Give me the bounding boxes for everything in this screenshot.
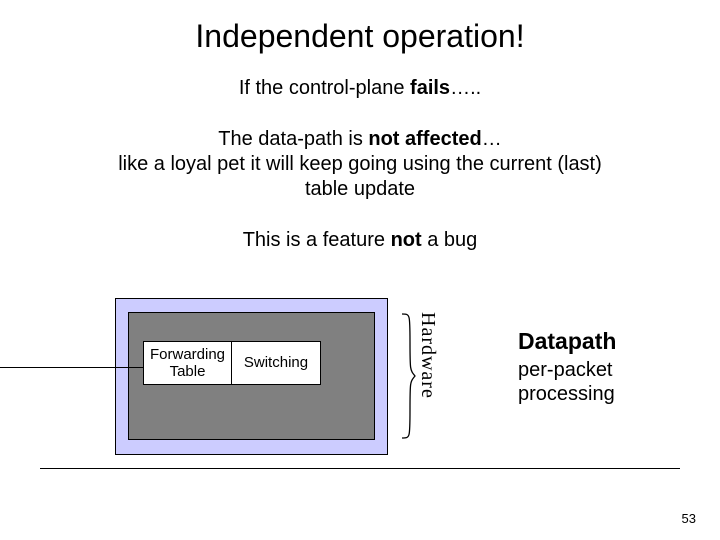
slide-title: Independent operation! [0,0,720,55]
line5-bold: not [391,229,422,251]
datapath-title: Datapath [518,328,708,355]
line1-pre: If the control-plane [239,77,410,99]
switching-cell: Switching [232,342,320,384]
line1-bold: fails [410,77,450,99]
cells-container: Forwarding Table Switching [143,341,321,385]
line5-pre: This is a feature [243,229,391,251]
body-line-3: like a loyal pet it will keep going usin… [0,153,720,176]
page-number: 53 [682,511,696,526]
horizontal-rule [40,468,680,469]
line2-post: … [482,128,502,150]
line5-post: a bug [422,229,478,251]
datapath-sub: per-packet processing [518,358,708,406]
datapath-block: Datapath per-packet processing [518,328,708,406]
hardware-label: Hardware [415,312,439,440]
input-line [0,367,143,368]
intro-line-1: If the control-plane fails….. [0,77,720,100]
line2-pre: The data-path is [218,128,368,150]
diagram-area: Forwarding Table Switching Hardware Data… [0,298,720,483]
line2-bold: not affected [368,128,481,150]
body-line-2: The data-path is not affected… [0,128,720,151]
forwarding-table-cell: Forwarding Table [144,342,232,384]
line1-post: ….. [450,77,481,99]
curly-brace-icon [398,312,416,440]
body-line-4: table update [0,178,720,201]
feature-line: This is a feature not a bug [0,229,720,252]
